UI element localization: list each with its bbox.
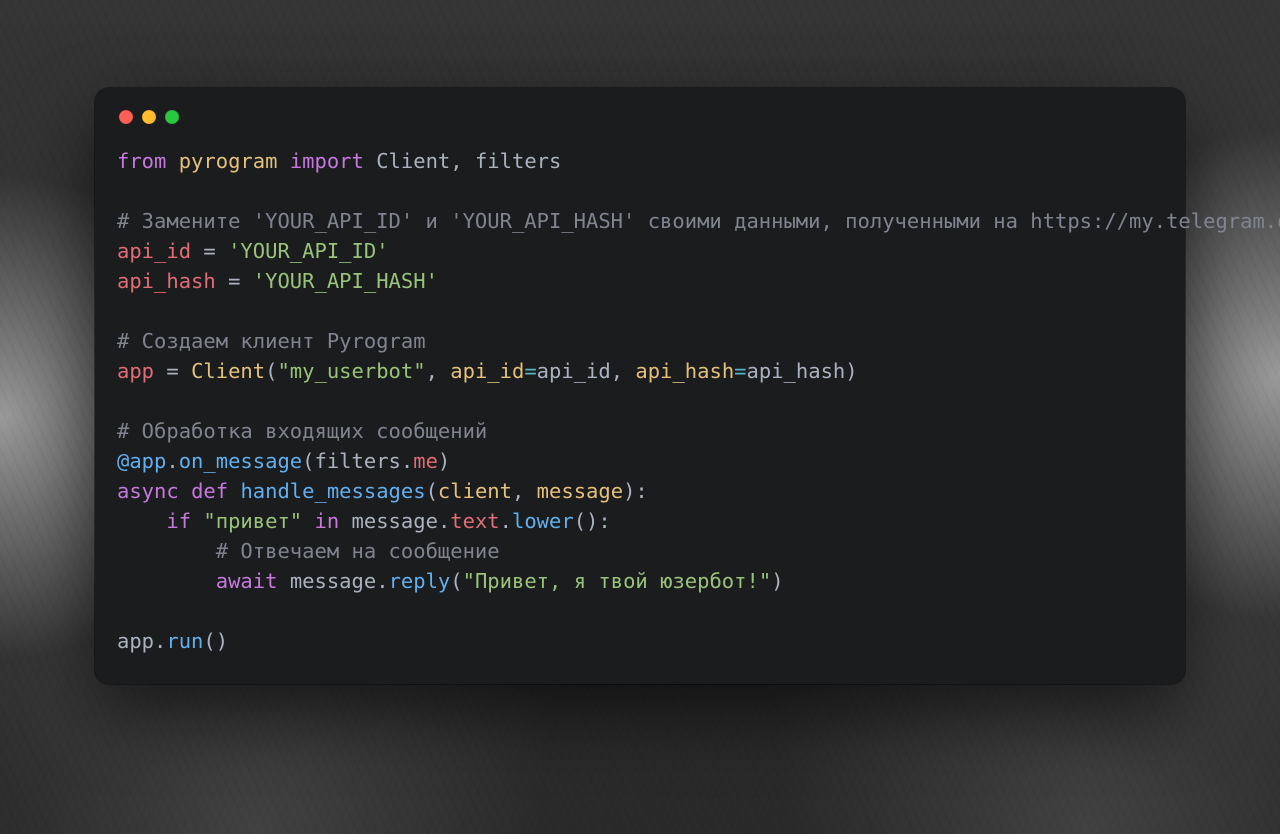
- indent: [117, 509, 166, 533]
- var-api-id: api_id: [117, 239, 191, 263]
- attr-text: text: [450, 509, 499, 533]
- paren-open: (: [265, 359, 277, 383]
- paren-close-colon: ):: [623, 479, 648, 503]
- dot: .: [166, 449, 178, 473]
- paren-close: ): [438, 449, 450, 473]
- fn-run: run: [166, 629, 203, 653]
- kw-async: async: [117, 479, 179, 503]
- op-assign: =: [524, 359, 536, 383]
- kwarg-api-hash: api_hash: [635, 359, 734, 383]
- paren-open: (: [426, 479, 438, 503]
- op-eq: =: [154, 359, 191, 383]
- str-api-hash: 'YOUR_API_HASH': [253, 269, 438, 293]
- code-window: from pyrogram import Client, filters # З…: [95, 88, 1185, 684]
- op-assign: =: [734, 359, 746, 383]
- str-reply: "Привет, я твой юзербот!": [463, 569, 772, 593]
- op-eq: =: [216, 269, 253, 293]
- attr-me: me: [413, 449, 438, 473]
- kwarg-api-id: api_id: [450, 359, 524, 383]
- fn-on-message: on_message: [179, 449, 302, 473]
- ident-message: message: [290, 569, 376, 593]
- paren-open: (: [302, 449, 314, 473]
- code-block: from pyrogram import Client, filters # З…: [117, 146, 1163, 656]
- fn-reply: reply: [389, 569, 451, 593]
- comma: ,: [611, 359, 636, 383]
- var-app: app: [117, 359, 154, 383]
- dot: .: [438, 509, 450, 533]
- kw-if: if: [166, 509, 191, 533]
- kw-await: await: [216, 569, 278, 593]
- call-parens: (): [203, 629, 228, 653]
- val-api-hash: api_hash: [747, 359, 846, 383]
- comment-line: # Отвечаем на сообщение: [216, 539, 500, 563]
- ident-message: message: [352, 509, 438, 533]
- comment-line: # Обработка входящих сообщений: [117, 419, 487, 443]
- dot: .: [401, 449, 413, 473]
- class-client: Client: [191, 359, 265, 383]
- indent: [117, 569, 216, 593]
- str-privet: "привет": [203, 509, 302, 533]
- comma: ,: [426, 359, 451, 383]
- paren-close: ): [845, 359, 857, 383]
- kw-from: from: [117, 149, 166, 173]
- val-api-id: api_id: [537, 359, 611, 383]
- param-message: message: [537, 479, 623, 503]
- comma: ,: [512, 479, 537, 503]
- fn-lower: lower: [512, 509, 574, 533]
- kw-import: import: [290, 149, 364, 173]
- close-traffic-light[interactable]: [119, 110, 133, 124]
- kw-def: def: [191, 479, 228, 503]
- fn-handle-messages: handle_messages: [240, 479, 425, 503]
- indent: [117, 539, 216, 563]
- paren-open: (: [450, 569, 462, 593]
- kw-in: in: [315, 509, 340, 533]
- dot: .: [500, 509, 512, 533]
- var-api-hash: api_hash: [117, 269, 216, 293]
- paren-close: ): [771, 569, 783, 593]
- module-name: pyrogram: [179, 149, 278, 173]
- comment-line: # Создаем клиент Pyrogram: [117, 329, 426, 353]
- str-session: "my_userbot": [277, 359, 425, 383]
- str-api-id: 'YOUR_API_ID': [228, 239, 388, 263]
- param-client: client: [438, 479, 512, 503]
- decorator-app: @app: [117, 449, 166, 473]
- import-names: Client, filters: [376, 149, 561, 173]
- window-titlebar: [117, 108, 1163, 146]
- zoom-traffic-light[interactable]: [165, 110, 179, 124]
- ident-filters: filters: [314, 449, 400, 473]
- dot: .: [376, 569, 388, 593]
- dot: .: [154, 629, 166, 653]
- comment-line: # Замените 'YOUR_API_ID' и 'YOUR_API_HAS…: [117, 209, 1280, 233]
- op-eq: =: [191, 239, 228, 263]
- minimize-traffic-light[interactable]: [142, 110, 156, 124]
- call-colon: ():: [574, 509, 611, 533]
- ident-app: app: [117, 629, 154, 653]
